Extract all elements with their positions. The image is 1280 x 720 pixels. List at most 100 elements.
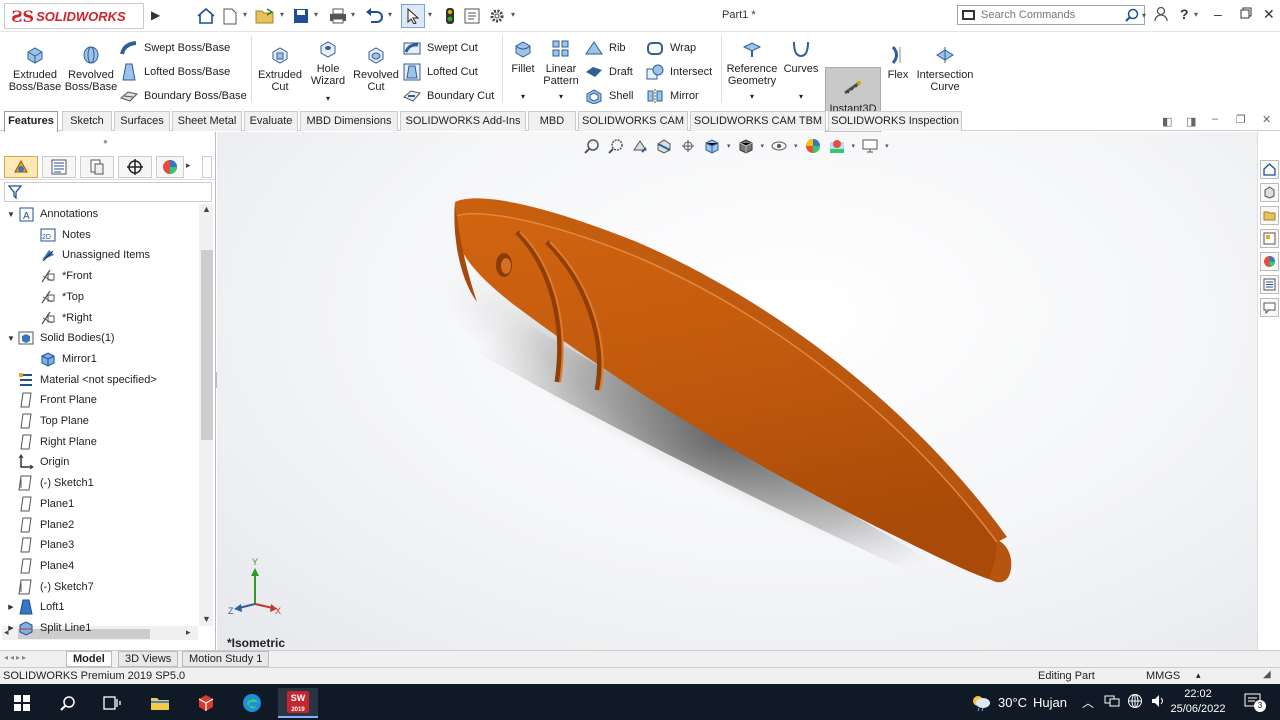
- unit-system-dropdown-icon[interactable]: ▴: [1196, 670, 1201, 681]
- help-dropdown-icon[interactable]: ▾: [1194, 10, 1198, 19]
- tile-right-icon[interactable]: ◨: [1186, 115, 1196, 128]
- volume-icon[interactable]: [1150, 693, 1166, 712]
- forum-icon[interactable]: [1260, 298, 1279, 317]
- custom-properties-icon[interactable]: [1260, 275, 1279, 294]
- tree-vertical-scroll-thumb[interactable]: [201, 250, 213, 440]
- linear-pattern-dropdown-icon[interactable]: ▾: [559, 91, 563, 103]
- part-model-view[interactable]: Y X Z: [217, 132, 1257, 650]
- save-dropdown-icon[interactable]: ▾: [314, 10, 318, 19]
- rebuild-traffic-light-icon[interactable]: [440, 6, 460, 26]
- intersection-curve-button[interactable]: Intersection Curve: [914, 44, 976, 93]
- mirror-button[interactable]: Mirror: [646, 86, 699, 106]
- tree-item-origin[interactable]: Origin: [0, 452, 200, 472]
- design-library-icon[interactable]: [1260, 183, 1279, 202]
- hidden-icons-chevron-icon[interactable]: ︿: [1082, 694, 1094, 711]
- undo-icon[interactable]: [364, 6, 384, 26]
- print-icon[interactable]: [328, 6, 348, 26]
- panel-tabs-more-icon[interactable]: [202, 156, 212, 178]
- scroll-up-icon[interactable]: ▲: [202, 204, 211, 214]
- file-properties-icon[interactable]: [462, 6, 482, 26]
- tab-mbd-dimensions[interactable]: MBD Dimensions: [300, 111, 398, 131]
- appearances-icon[interactable]: [1260, 252, 1279, 271]
- search-magnifier-icon[interactable]: [1125, 8, 1139, 22]
- file-explorer-taskbar-icon[interactable]: [140, 688, 180, 718]
- tile-left-icon[interactable]: ◧: [1162, 115, 1172, 128]
- tree-item-loft[interactable]: ▶ Loft1: [0, 597, 200, 617]
- tree-item-plane[interactable]: Right Plane: [0, 432, 200, 452]
- tab-surfaces[interactable]: Surfaces: [114, 111, 170, 131]
- tab-evaluate[interactable]: Evaluate: [244, 111, 298, 131]
- save-icon[interactable]: [291, 6, 311, 26]
- search-commands-box[interactable]: ▾: [957, 5, 1146, 25]
- curves-dropdown-icon[interactable]: ▾: [799, 91, 803, 103]
- doc-minimize-icon[interactable]: –: [1212, 113, 1218, 125]
- network-icon[interactable]: [1104, 694, 1120, 711]
- select-pointer-icon[interactable]: [401, 4, 425, 28]
- tree-item-view-front[interactable]: *Front: [0, 266, 200, 286]
- sketchup-taskbar-icon[interactable]: [186, 688, 226, 718]
- tab-solidworks-add-ins[interactable]: SOLIDWORKS Add-Ins: [400, 111, 526, 131]
- tab-sketch[interactable]: Sketch: [62, 111, 112, 131]
- tab-solidworks-cam-tbm[interactable]: SOLIDWORKS CAM TBM: [690, 111, 826, 131]
- panel-tabs-scroll-icon[interactable]: ▸: [186, 160, 191, 171]
- fillet-button[interactable]: Fillet ▾: [508, 38, 538, 103]
- taskbar-search-icon[interactable]: [48, 688, 88, 718]
- home-icon[interactable]: [196, 6, 216, 26]
- undo-dropdown-icon[interactable]: ▾: [388, 10, 392, 19]
- tree-item-plane[interactable]: Plane2: [0, 515, 200, 535]
- expand-down-icon[interactable]: ▼: [4, 210, 18, 219]
- scroll-down-icon[interactable]: ▼: [202, 614, 211, 624]
- print-dropdown-icon[interactable]: ▾: [351, 10, 355, 19]
- extruded-boss-button[interactable]: Extruded Boss/Base: [8, 44, 62, 93]
- tab-mbd[interactable]: MBD: [528, 111, 576, 131]
- select-dropdown-icon[interactable]: ▾: [428, 10, 432, 19]
- solidworks-logo[interactable]: ƧS SOLIDWORKS: [4, 3, 144, 29]
- tree-item-solid-bodies[interactable]: ▼ Solid Bodies(1): [0, 328, 200, 348]
- fillet-dropdown-icon[interactable]: ▾: [521, 91, 525, 103]
- minimize-icon[interactable]: –: [1214, 6, 1222, 22]
- edge-browser-icon[interactable]: [232, 688, 272, 718]
- tree-item-sketch[interactable]: (-) Sketch7: [0, 577, 200, 597]
- unit-system[interactable]: MMGS: [1146, 670, 1180, 682]
- configuration-manager-tab-icon[interactable]: [80, 156, 114, 178]
- curves-button[interactable]: Curves ▾: [781, 38, 821, 103]
- hole-wizard-button[interactable]: Hole Wizard ▾: [306, 38, 350, 105]
- lofted-boss-button[interactable]: Lofted Boss/Base: [120, 62, 230, 82]
- draft-button[interactable]: Draft: [585, 62, 633, 82]
- tab-model[interactable]: Model: [66, 651, 112, 667]
- search-dropdown-icon[interactable]: ▾: [1142, 11, 1146, 20]
- revolved-boss-button[interactable]: Revolved Boss/Base: [64, 44, 118, 93]
- rib-button[interactable]: Rib: [585, 38, 626, 58]
- doc-close-icon[interactable]: ✕: [1262, 113, 1271, 126]
- flex-button[interactable]: Flex: [884, 44, 912, 81]
- view-palette-icon[interactable]: [1260, 229, 1279, 248]
- taskbar-clock[interactable]: 22:02 25/06/2022: [1168, 687, 1228, 717]
- menu-expand-arrow-icon[interactable]: ▶: [151, 8, 160, 22]
- swept-cut-button[interactable]: Swept Cut: [403, 38, 478, 58]
- help-icon[interactable]: ?: [1180, 6, 1189, 22]
- tree-item-plane[interactable]: Plane4: [0, 556, 200, 576]
- notification-center-icon[interactable]: 3: [1244, 692, 1266, 713]
- display-manager-tab-icon[interactable]: [156, 156, 184, 178]
- extruded-cut-button[interactable]: Extruded Cut: [256, 44, 304, 93]
- restore-icon[interactable]: [1240, 6, 1252, 22]
- options-gear-icon[interactable]: [487, 6, 507, 26]
- wrap-button[interactable]: Wrap: [646, 38, 696, 58]
- tree-item-split-line[interactable]: ▶ Split Line1: [0, 618, 200, 638]
- shell-button[interactable]: Shell: [585, 86, 633, 106]
- tab-motion-study-1[interactable]: Motion Study 1: [182, 651, 270, 667]
- windows-start-icon[interactable]: [2, 688, 42, 718]
- solidworks-resources-icon[interactable]: [1260, 160, 1279, 179]
- doc-restore-icon[interactable]: ❐: [1236, 113, 1246, 126]
- tree-item-view-right[interactable]: *Right: [0, 308, 200, 328]
- reference-geometry-button[interactable]: Reference Geometry ▾: [725, 38, 779, 103]
- reference-geometry-dropdown-icon[interactable]: ▾: [750, 91, 754, 103]
- tab-features[interactable]: Features: [4, 111, 58, 132]
- tab-sheet-metal[interactable]: Sheet Metal: [172, 111, 242, 131]
- search-input[interactable]: [981, 9, 1121, 21]
- tree-item-mirror-body[interactable]: Mirror1: [0, 349, 200, 369]
- language-globe-icon[interactable]: [1127, 693, 1143, 712]
- expand-down-icon[interactable]: ▼: [4, 334, 18, 343]
- task-view-icon[interactable]: [92, 688, 132, 718]
- panel-grip-icon[interactable]: ●: [103, 137, 108, 146]
